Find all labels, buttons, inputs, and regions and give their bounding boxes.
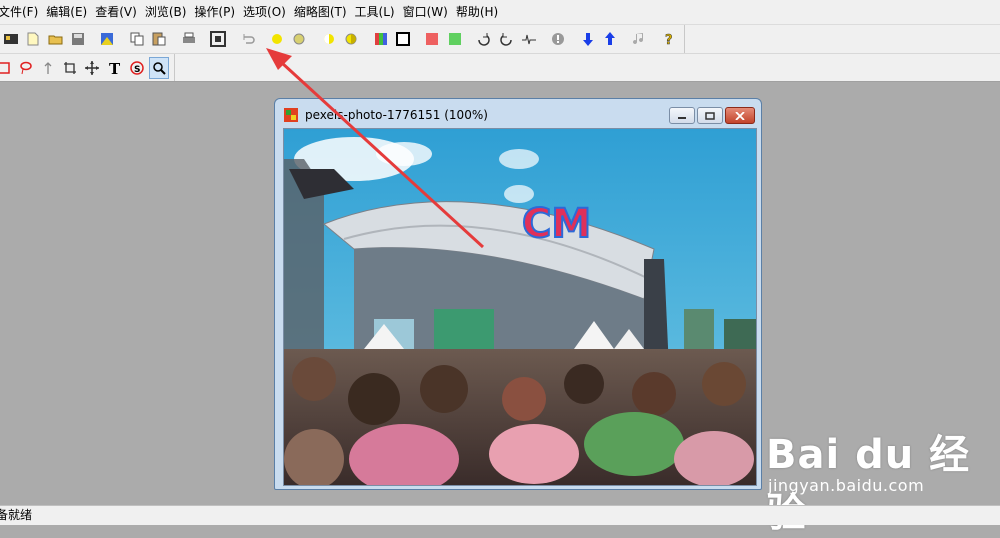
status-bar: 备就绪: [0, 505, 1000, 525]
status-text: 备就绪: [0, 508, 33, 522]
watermark-url: jingyan.baidu.com: [768, 476, 925, 495]
baidu-watermark: Bai du 经验 jingyan.baidu.com: [766, 414, 998, 536]
